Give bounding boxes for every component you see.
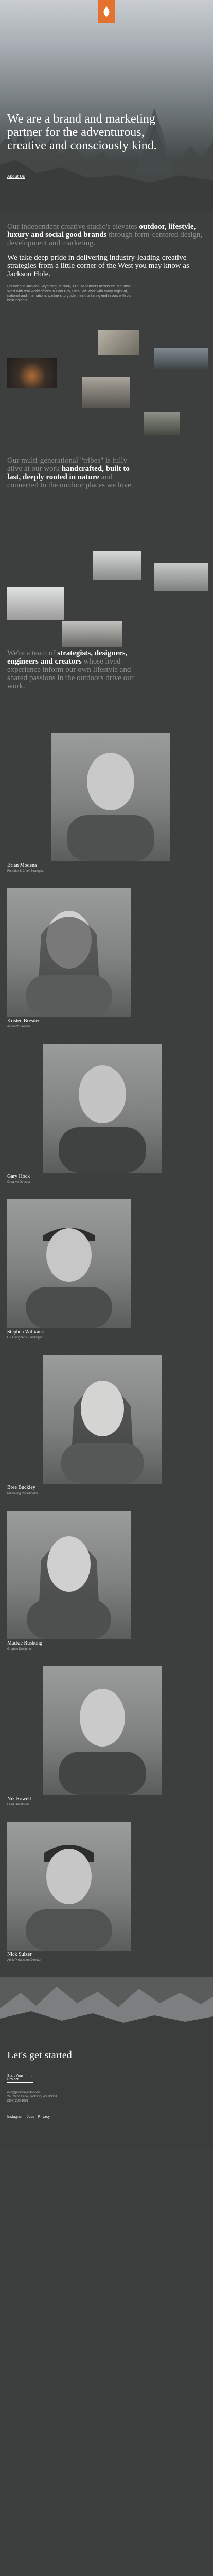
team-member: Stephen Williams UX Designer & Developer: [0, 1199, 213, 1355]
team-member: Kristen Bresder Account Director: [0, 888, 213, 1044]
footer-mountain-illustration: [0, 1977, 213, 2034]
team-member-title: Founder & Chief Strategist: [7, 870, 44, 873]
footer: Let's get started Start Your Project → i…: [0, 2034, 213, 2147]
photo-team-outdoors: [62, 621, 122, 647]
gallery-photos-1: [0, 330, 213, 448]
start-project-link[interactable]: Start Your Project →: [7, 2074, 33, 2083]
photo-outdoor-group: [82, 377, 130, 408]
handcrafted-section: Our multi-generational "tribes" is fully…: [0, 448, 213, 551]
team-member-name: Brian Modena: [7, 862, 37, 868]
team-member: Nick Sulzer Art & Production Director: [0, 1822, 213, 1977]
team-member-photo: [51, 733, 170, 861]
team-member-photo: [43, 1666, 162, 1795]
team-member: Nik Rowell Lead Developer: [0, 1666, 213, 1822]
footer-link-privacy[interactable]: Privacy: [38, 2115, 50, 2119]
photo-snowy-cabin: [93, 551, 141, 580]
footer-link-jobs[interactable]: Jobs: [27, 2115, 34, 2119]
photo-mountain-landscape: [154, 348, 208, 369]
team-member: Gary Hock Creative Director: [0, 1044, 213, 1199]
team-member-photo: [43, 1044, 162, 1173]
team-section: Brian Modena Founder & Chief Strategist …: [0, 733, 213, 1977]
intro-section: Our independent creative studio's elevat…: [0, 211, 213, 330]
team-member-title: Graphic Designer: [7, 1648, 31, 1651]
team-member-name: Mackie Rushong: [7, 1640, 43, 1646]
team-intro-section: We're a team of strategists, designers, …: [0, 649, 213, 733]
intro-secondary-statement: We take deep pride in delivering industr…: [7, 253, 189, 278]
footer-contact: info@jacksonvisitor.com 245 Scott Lane, …: [7, 2091, 57, 2103]
start-project-label: Start Your Project: [7, 2074, 23, 2081]
footer-phone[interactable]: (307) 200-1081: [7, 2099, 57, 2103]
team-member-title: UX Designer & Developer: [7, 1336, 43, 1340]
footer-address: 245 Scott Lane, Jackson, WY 83001: [7, 2095, 57, 2098]
team-member-name: Kristen Bresder: [7, 1018, 40, 1024]
team-member-title: Lead Developer: [7, 1803, 29, 1806]
team-member-photo: [7, 1822, 131, 1951]
photo-forest-trail: [144, 412, 180, 435]
team-member-name: Gary Hock: [7, 1174, 30, 1179]
hero-section: We are a brand and marketing partner for…: [0, 0, 213, 211]
team-member-title: Account Director: [7, 1025, 30, 1028]
team-member-name: Nick Sulzer: [7, 1952, 32, 1957]
intro-body-text: Founded in Jackson, Wyoming, in 2006, 1T…: [7, 285, 132, 302]
team-intro-text-a: We're a team of: [7, 649, 58, 657]
brand-mark-icon: [103, 6, 110, 17]
team-member-photo: [43, 1355, 162, 1484]
brand-logo[interactable]: [98, 0, 115, 23]
team-member-name: Stephen Williams: [7, 1329, 44, 1335]
footer-heading: Let's get started: [7, 2049, 72, 2061]
team-member-photo: [7, 1511, 131, 1639]
team-member-title: Art & Production Director: [7, 1959, 42, 1962]
footer-links: Instagram Jobs Privacy: [7, 2115, 50, 2119]
gallery-photos-2: [0, 551, 213, 649]
team-member-name: Bree Buckley: [7, 1485, 36, 1490]
hero-headline: We are a brand and marketing partner for…: [7, 112, 157, 152]
photo-campfire-night: [7, 358, 57, 388]
photo-laptop-workspace: [98, 330, 139, 355]
team-member-name: Nik Rowell: [7, 1796, 31, 1802]
photo-skiers: [154, 563, 208, 591]
about-us-link[interactable]: About Us: [7, 174, 25, 179]
arrow-right-icon: →: [29, 2074, 33, 2078]
team-member-photo: [7, 1199, 131, 1328]
footer-link-instagram[interactable]: Instagram: [7, 2115, 23, 2119]
team-member-title: Creative Director: [7, 1181, 31, 1184]
team-member: Mackie Rushong Graphic Designer: [0, 1511, 213, 1666]
team-member-photo: [7, 888, 131, 1017]
intro-statement: Our independent creative studio's elevat…: [7, 223, 206, 247]
footer-email[interactable]: info@jacksonvisitor.com: [7, 2091, 57, 2095]
photo-barn-winter: [7, 587, 64, 620]
team-member-title: Marketing Coordinator: [7, 1492, 38, 1495]
team-member: Brian Modena Founder & Chief Strategist: [0, 733, 213, 888]
page: We are a brand and marketing partner for…: [0, 0, 213, 2147]
intro-text-a: Our independent creative studio's elevat…: [7, 223, 139, 231]
handcrafted-statement: Our multi-generational "tribes" is fully…: [7, 456, 136, 489]
team-intro-statement: We're a team of strategists, designers, …: [7, 649, 141, 690]
team-member: Bree Buckley Marketing Coordinator: [0, 1355, 213, 1511]
